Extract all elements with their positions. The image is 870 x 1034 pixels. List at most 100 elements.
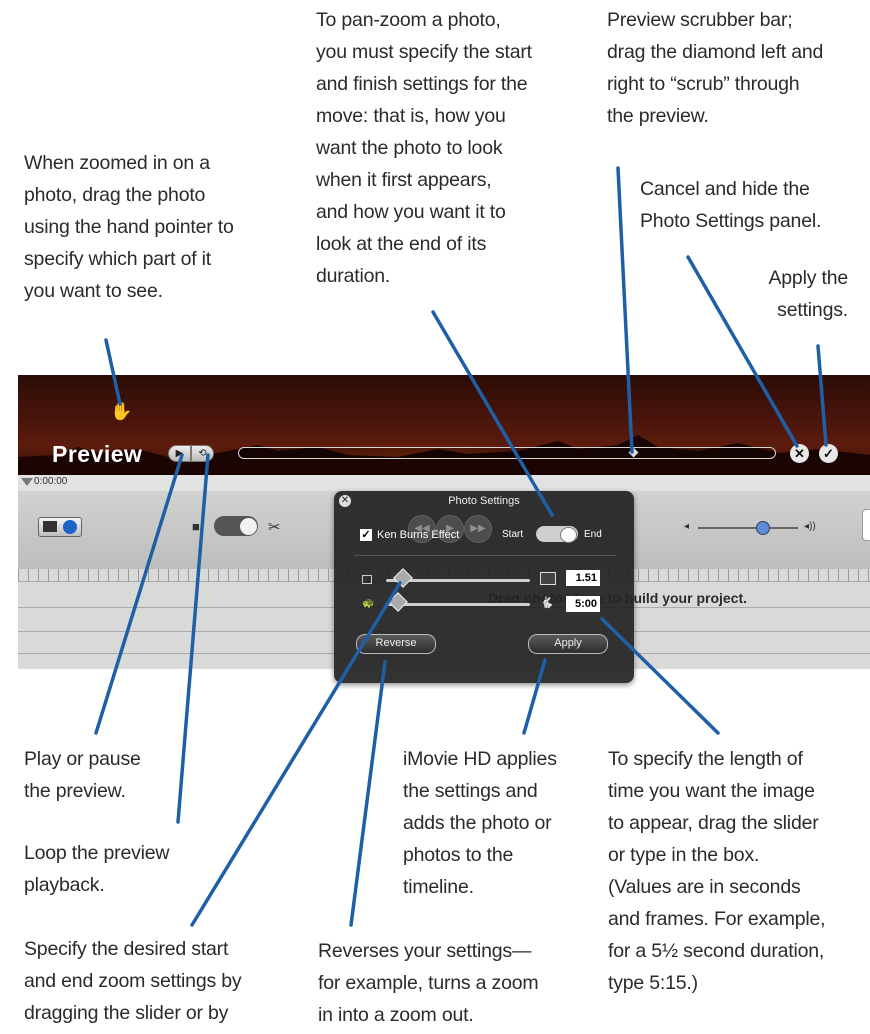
apply-check-button[interactable]: ✓: [819, 444, 838, 463]
annotation-line: photos to the: [403, 844, 514, 866]
play-button[interactable]: ▶: [168, 445, 191, 462]
annotation-line: time you want the image: [608, 780, 815, 802]
annotation-line: and end zoom settings by: [24, 970, 242, 992]
annotation-line: want the photo to look: [316, 137, 503, 159]
annotation-line: settings.: [777, 299, 848, 321]
annotation-line: duration.: [316, 265, 391, 287]
hand-pointer-icon: ✋: [110, 401, 133, 421]
start-end-toggle-knob[interactable]: [560, 527, 577, 543]
annotation-line: dragging the slider or by: [24, 1002, 229, 1024]
annotation-apply-settings: Apply the settings.: [768, 262, 848, 326]
end-label: End: [584, 529, 602, 540]
annotation-line: right to “scrub” through: [607, 73, 800, 95]
annotation-scrubber: Preview scrubber bar; drag the diamond l…: [607, 4, 823, 132]
annotation-line: specify which part of it: [24, 248, 212, 270]
view-toggle[interactable]: [38, 517, 82, 537]
annotation-hand-pointer: When zoomed in on a photo, drag the phot…: [24, 147, 234, 307]
volume-slider[interactable]: [698, 527, 798, 529]
annotation-line: and frames. For example,: [608, 908, 826, 930]
annotation-line: in into a zoom out.: [318, 1004, 474, 1026]
timecode: 0:00:00: [34, 476, 68, 487]
annotation-zoom: Specify the desired start and end zoom s…: [24, 933, 242, 1029]
volume-slider-knob[interactable]: [756, 521, 770, 535]
annotation-line: the settings and: [403, 780, 538, 802]
camera-icon: ■: [192, 519, 200, 534]
apply-button[interactable]: Apply: [528, 634, 608, 654]
scissors-icon: ✂: [268, 519, 281, 536]
annotation-line: you must specify the start: [316, 41, 532, 63]
edge-control[interactable]: [862, 509, 870, 541]
zoom-value-field[interactable]: 1.51: [566, 570, 600, 586]
preview-title: Preview: [52, 441, 143, 467]
annotation-line: and how you want it to: [316, 201, 506, 223]
turtle-icon: 🐢: [362, 598, 375, 609]
play-icon: ▶: [175, 448, 184, 459]
reverse-button[interactable]: Reverse: [356, 634, 436, 654]
annotation-line: drag the diamond left and: [607, 41, 824, 63]
close-circle-icon: ✕: [794, 446, 805, 461]
zoom-large-icon: [540, 572, 556, 585]
speaker-low-icon: ◂: [684, 521, 690, 532]
annotation-pan-zoom: To pan-zoom a photo, you must specify th…: [316, 4, 532, 292]
annotation-line: Preview scrubber bar;: [607, 9, 793, 31]
leader-line: [349, 660, 387, 927]
rabbit-icon: 🐇: [540, 597, 554, 609]
preview-area[interactable]: ✋ Preview ▶ ⟲ ✕ ✓: [18, 375, 870, 475]
annotation-line: playback.: [24, 874, 105, 896]
ken-burns-label: Ken Burns Effect: [377, 529, 460, 541]
annotation-line: Loop the preview: [24, 842, 170, 864]
annotation-line: adds the photo or: [403, 812, 552, 834]
annotation-line: To pan-zoom a photo,: [316, 9, 501, 31]
annotation-line: Apply the: [768, 267, 848, 289]
clip-view-icon[interactable]: [43, 521, 57, 532]
panel-divider: [354, 555, 616, 556]
annotation-line: When zoomed in on a: [24, 152, 210, 174]
speaker-high-icon: ◂)): [804, 521, 816, 532]
playhead-triangle-icon[interactable]: [21, 478, 33, 486]
annotation-line: or type in the box.: [608, 844, 760, 866]
annotation-imovie-applies: iMovie HD applies the settings and adds …: [403, 743, 557, 903]
annotation-line: type 5:15.): [608, 972, 698, 994]
imovie-window: ✋ Preview ▶ ⟲ ✕ ✓ 0:00:00 ■ ✂ ◂ ◂)) Drag…: [18, 375, 870, 689]
annotation-line: the preview.: [607, 105, 709, 127]
scrubber-bar[interactable]: [238, 447, 776, 459]
annotation-line: timeline.: [403, 876, 474, 898]
annotation-line: for example, turns a zoom: [318, 972, 539, 994]
annotation-line: Specify the desired start: [24, 938, 229, 960]
annotation-reverse: Reverses your settings— for example, tur…: [318, 935, 539, 1031]
annotation-line: look at the end of its: [316, 233, 487, 255]
zoom-small-icon: [362, 575, 372, 584]
annotation-line: for a 5½ second duration,: [608, 940, 825, 962]
annotation-line: photo, drag the photo: [24, 184, 206, 206]
annotation-line: To specify the length of: [608, 748, 803, 770]
clock-view-icon[interactable]: [63, 520, 77, 534]
annotation-line: (Values are in seconds: [608, 876, 801, 898]
annotation-line: and finish settings for the: [316, 73, 528, 95]
annotation-line: Play or pause: [24, 748, 141, 770]
annotation-line: move: that is, how you: [316, 105, 506, 127]
fast-forward-icon: ▶▶: [464, 515, 492, 543]
zoom-slider-thumb[interactable]: [393, 568, 413, 588]
panel-title: Photo Settings: [448, 495, 520, 507]
loop-button[interactable]: ⟲: [191, 445, 214, 462]
annotation-line: to appear, drag the slider: [608, 812, 819, 834]
duration-slider-thumb[interactable]: [388, 592, 408, 612]
duration-slider[interactable]: [386, 603, 530, 606]
checkmark-circle-icon: ✓: [823, 446, 834, 461]
ken-burns-checkbox[interactable]: ✓: [360, 529, 372, 541]
annotation-duration: To specify the length of time you want t…: [608, 743, 826, 999]
duration-value-field[interactable]: 5:00: [566, 596, 600, 612]
annotation-line: you want to see.: [24, 280, 163, 302]
annotation-line: using the hand pointer to: [24, 216, 234, 238]
annotation-line: iMovie HD applies: [403, 748, 557, 770]
annotation-line: the preview.: [24, 780, 126, 802]
time-strip: 0:00:00: [18, 475, 870, 492]
annotation-line: Cancel and hide the: [640, 178, 810, 200]
annotation-loop: Loop the preview playback.: [24, 837, 170, 901]
annotation-cancel: Cancel and hide the Photo Settings panel…: [640, 173, 821, 237]
photo-settings-panel: ✕ Photo Settings ◀◀ ▶ ▶▶ ✓ Ken Burns Eff…: [334, 491, 634, 683]
annotation-line: Reverses your settings—: [318, 940, 532, 962]
cancel-button[interactable]: ✕: [790, 444, 809, 463]
annotation-play-pause: Play or pause the preview.: [24, 743, 141, 807]
mode-switch-knob[interactable]: [240, 518, 257, 535]
